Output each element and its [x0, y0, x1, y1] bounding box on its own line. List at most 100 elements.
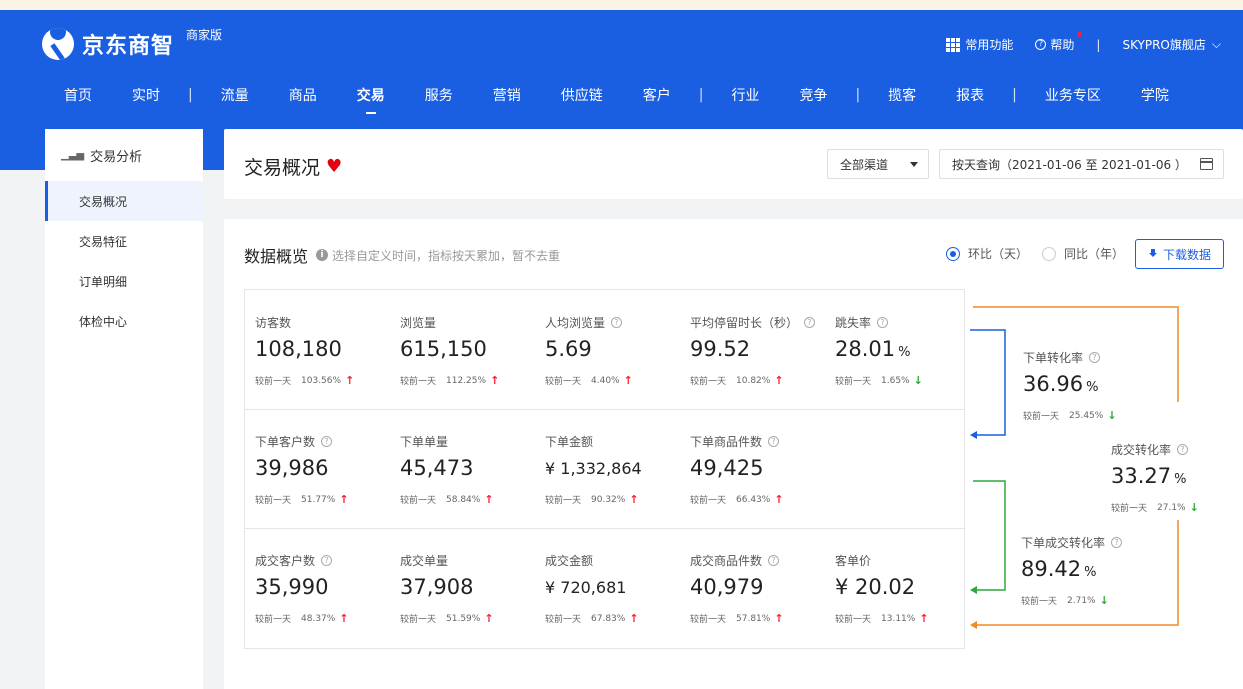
sidebar-item-trade-overview[interactable]: 交易概况 [45, 181, 203, 221]
help-question-icon[interactable]: ? [321, 436, 333, 447]
help-question-icon[interactable]: ? [768, 436, 780, 447]
metric-label: 访客数 [255, 314, 291, 331]
metric-card[interactable]: 成交客户数? 35,990 较前一天 48.37% ↑ [245, 528, 390, 647]
help-question-icon[interactable]: ? [321, 555, 333, 566]
jd-logo-icon [42, 28, 74, 60]
metric-card[interactable]: 成交单量 37,908 较前一天 51.59% ↑ [390, 528, 535, 647]
metric-value-text: 33.27 [1111, 464, 1172, 488]
metric-card[interactable]: 下单商品件数? 49,425 较前一天 66.43% ↑ [680, 409, 825, 528]
help-question-icon[interactable]: ? [877, 317, 889, 328]
radio-mom[interactable] [946, 246, 960, 261]
flow-line-blue [970, 329, 1006, 436]
conversion-card[interactable]: 成交转化率? 33.27% 较前一天 27.1% ↓ [1101, 417, 1243, 514]
sidebar-item-order-details[interactable]: 订单明细 [45, 261, 203, 301]
metric-card[interactable]: 成交金额 ¥ 720,681 较前一天 67.83% ↑ [535, 528, 680, 647]
compare-percent: 4.40% [591, 375, 620, 386]
nav-item-service[interactable]: 服务 [425, 85, 453, 105]
logo[interactable]: 京东商智 商家版 [42, 28, 222, 60]
nav-item-home[interactable]: 首页 [64, 85, 92, 105]
metric-card[interactable]: 下单单量 45,473 较前一天 58.84% ↑ [390, 409, 535, 528]
metric-label: 下单成交转化率? [1021, 534, 1123, 551]
download-icon [1148, 249, 1158, 259]
metric-value: 40,979 [690, 575, 763, 599]
page-title-text: 交易概况 [244, 157, 321, 179]
sidebar-heading[interactable]: ▁▃▅ 交易分析 [45, 129, 203, 181]
metric-card[interactable]: 跳失率? 28.01% 较前一天 1.65% ↓ [825, 290, 970, 409]
arrow-up-icon: ↑ [629, 493, 639, 506]
overview-title: 数据概览 i 选择自定义时间，指标按天累加，暂不去重 [244, 243, 560, 267]
metric-value: 108,180 [255, 337, 342, 361]
compare-label: 较前一天 [400, 615, 437, 625]
metric-label: 浏览量 [400, 314, 436, 331]
compare-label: 较前一天 [690, 615, 727, 625]
sidebar-item-trade-features[interactable]: 交易特征 [45, 221, 203, 261]
metric-label: 下单商品件数? [690, 433, 780, 450]
download-data-button[interactable]: 下载数据 [1135, 239, 1224, 269]
nav-item-academy[interactable]: 学院 [1141, 85, 1169, 105]
help-button[interactable]: ? 帮助 [1035, 32, 1083, 53]
date-range-picker[interactable]: 按天查询（2021-01-06 至 2021-01-06 ） [939, 149, 1224, 179]
arrow-down-icon: ↓ [1189, 501, 1199, 514]
metric-value: 49,425 [690, 456, 763, 480]
metric-label-text: 成交客户数 [255, 554, 316, 568]
calendar-icon [1200, 158, 1213, 170]
metric-card[interactable]: 下单客户数? 39,986 较前一天 51.77% ↑ [245, 409, 390, 528]
common-functions-button[interactable]: 常用功能 [946, 36, 1013, 53]
metrics-row: 成交客户数? 35,990 较前一天 48.37% ↑ 成交单量 37,908 较前一天 51.… [245, 528, 964, 648]
compare-percent: 51.59% [446, 613, 481, 624]
metric-value-text: 39,986 [255, 456, 329, 480]
radio-mom-label[interactable]: 环比（天） [968, 245, 1028, 262]
favorite-heart-icon[interactable]: ♥ [326, 156, 342, 177]
conversion-card[interactable]: 下单成交转化率? 89.42% 较前一天 2.71% ↓ [1011, 510, 1181, 607]
divider: | [1096, 37, 1101, 52]
nav-item-report[interactable]: 报表 [956, 85, 984, 105]
main-nav: 首页 实时 | 流量 商品 交易 服务 营销 供应链 客户 | 行业 竞争 | … [64, 85, 1209, 114]
nav-item-realtime[interactable]: 实时 [132, 85, 160, 105]
nav-item-traffic[interactable]: 流量 [221, 85, 249, 105]
metric-card[interactable]: 成交商品件数? 40,979 较前一天 57.81% ↑ [680, 528, 825, 647]
metric-value: 37,908 [400, 575, 473, 599]
sidebar-item-health-check[interactable]: 体检中心 [45, 301, 203, 341]
radio-yoy-label[interactable]: 同比（年） [1064, 245, 1124, 262]
download-label: 下载数据 [1162, 247, 1211, 262]
nav-item-industry[interactable]: 行业 [731, 85, 759, 105]
channel-select[interactable]: 全部渠道 [827, 149, 929, 179]
help-question-icon[interactable]: ? [1089, 352, 1101, 363]
nav-item-supply-chain[interactable]: 供应链 [561, 85, 603, 105]
metric-compare: 较前一天 51.59% ↑ [400, 612, 494, 625]
metric-label-text: 跳失率 [835, 316, 872, 330]
nav-item-acquisition[interactable]: 揽客 [888, 85, 916, 105]
nav-item-trade[interactable]: 交易 [357, 85, 385, 114]
nav-item-competition[interactable]: 竞争 [799, 85, 827, 105]
shop-switcher[interactable]: SKYPRO旗舰店 ⌵ [1122, 36, 1221, 53]
metric-unit: % [1084, 565, 1097, 580]
metric-label: 成交单量 [400, 552, 448, 569]
metric-card[interactable]: 客单价 ¥ 20.02 较前一天 13.11% ↑ [825, 528, 970, 647]
radio-yoy[interactable] [1042, 246, 1057, 261]
help-question-icon[interactable]: ? [768, 555, 780, 566]
nav-item-business-zone[interactable]: 业务专区 [1045, 85, 1101, 105]
compare-percent: 112.25% [446, 375, 487, 386]
nav-item-customer[interactable]: 客户 [643, 85, 671, 105]
metric-compare: 较前一天 2.71% ↓ [1021, 594, 1109, 607]
metric-card[interactable]: 访客数 108,180 较前一天 103.56% ↑ [245, 290, 390, 409]
overview-tip-text: 选择自定义时间，指标按天累加，暂不去重 [332, 248, 561, 263]
nav-item-marketing[interactable]: 营销 [493, 85, 521, 105]
help-question-icon[interactable]: ? [1177, 444, 1189, 455]
grid-icon [946, 37, 961, 52]
metric-card[interactable]: 人均浏览量? 5.69 较前一天 4.40% ↑ [535, 290, 680, 409]
conversion-card[interactable]: 下单转化率? 36.96% 较前一天 25.45% ↓ [1013, 325, 1183, 422]
metric-label: 成交转化率? [1111, 441, 1189, 458]
metric-value-text: 28.01 [835, 337, 896, 361]
nav-item-product[interactable]: 商品 [289, 85, 317, 105]
help-question-icon[interactable]: ? [1111, 537, 1123, 548]
metric-card[interactable]: 平均停留时长（秒）? 99.52 较前一天 10.82% ↑ [680, 290, 825, 409]
arrow-down-icon: ↓ [913, 374, 923, 387]
metric-card[interactable]: 浏览量 615,150 较前一天 112.25% ↑ [390, 290, 535, 409]
nav-divider: | [698, 87, 704, 103]
metric-label: 成交商品件数? [690, 552, 780, 569]
help-question-icon[interactable]: ? [804, 317, 816, 328]
help-question-icon[interactable]: ? [611, 317, 623, 328]
compare-percent: 25.45% [1069, 410, 1104, 421]
metric-card[interactable]: 下单金额 ¥ 1,332,864 较前一天 90.32% ↑ [535, 409, 680, 528]
